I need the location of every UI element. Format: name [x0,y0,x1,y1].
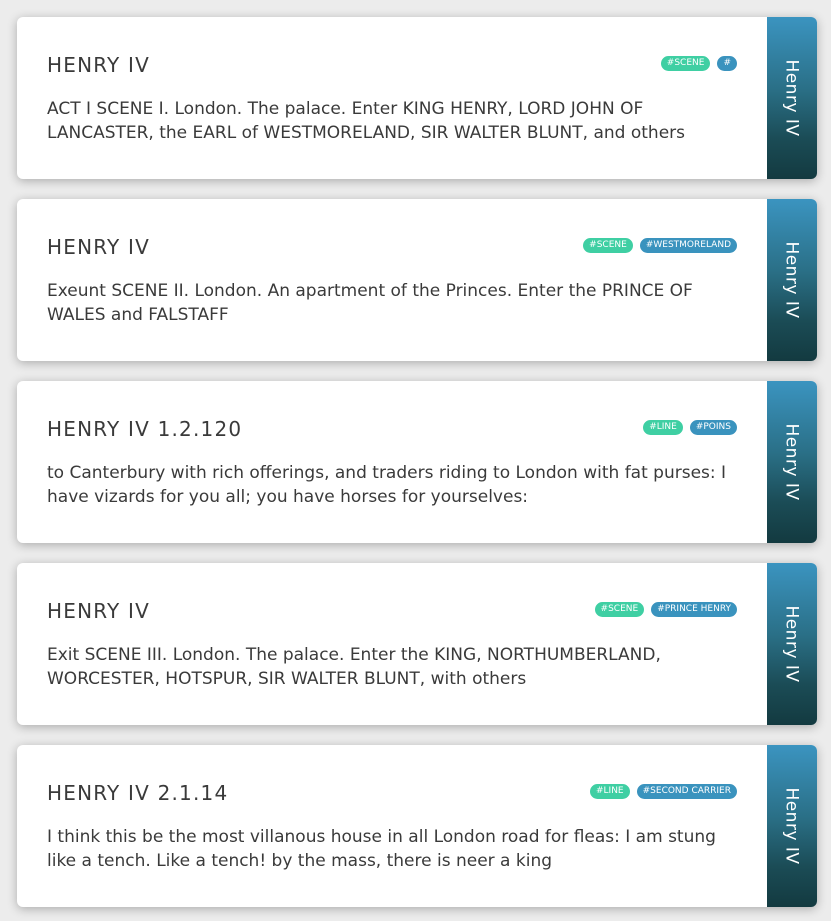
tag-group: #LINE #SECOND CARRIER [589,784,737,799]
result-card[interactable]: HENRY IV #SCENE #WESTMORELAND Exeunt SCE… [17,199,817,361]
result-card[interactable]: HENRY IV #SCENE #PRINCE HENRY Exit SCENE… [17,563,817,725]
card-text: Exeunt SCENE II. London. An apartment of… [47,281,693,325]
side-tab-label: Henry IV [782,605,802,683]
tag-character[interactable]: #POINS [689,420,737,435]
side-tab-label: Henry IV [782,59,802,137]
card-title: HENRY IV 1.2.120 [47,417,243,441]
result-card[interactable]: HENRY IV 1.2.120 #LINE #POINS to Canterb… [17,381,817,543]
side-tab[interactable]: Henry IV [767,199,817,361]
card-text: I think this be the most villanous house… [47,827,716,871]
tag-group: #LINE #POINS [643,420,737,435]
tag-character[interactable]: # [717,56,737,71]
tag-group: #SCENE #PRINCE HENRY [594,602,737,617]
tag-character[interactable]: #WESTMORELAND [639,238,737,253]
card-text: ACT I SCENE I. London. The palace. Enter… [47,99,685,143]
tag-group: #SCENE #WESTMORELAND [583,238,737,253]
tag-group: #SCENE # [660,56,737,71]
tag-scene[interactable]: #SCENE [583,238,633,253]
card-text: to Canterbury with rich offerings, and t… [47,463,727,507]
card-title: HENRY IV [47,599,151,623]
result-card[interactable]: HENRY IV #SCENE # ACT I SCENE I. London.… [17,17,817,179]
card-title: HENRY IV [47,235,151,259]
card-title: HENRY IV [47,53,151,77]
tag-character[interactable]: #PRINCE HENRY [651,602,737,617]
tag-scene[interactable]: #SCENE [660,56,711,71]
card-title: HENRY IV 2.1.14 [47,781,229,805]
side-tab-label: Henry IV [782,787,802,865]
side-tab[interactable]: Henry IV [767,563,817,725]
tag-scene[interactable]: #SCENE [594,602,645,617]
side-tab[interactable]: Henry IV [767,17,817,179]
side-tab[interactable]: Henry IV [767,381,817,543]
tag-character[interactable]: #SECOND CARRIER [636,784,737,799]
result-card[interactable]: HENRY IV 2.1.14 #LINE #SECOND CARRIER I … [17,745,817,907]
side-tab-label: Henry IV [782,423,802,501]
card-text: Exit SCENE III. London. The palace. Ente… [47,645,661,689]
side-tab-label: Henry IV [782,241,802,319]
side-tab[interactable]: Henry IV [767,745,817,907]
tag-line[interactable]: #LINE [643,420,683,435]
result-list: HENRY IV #SCENE # ACT I SCENE I. London.… [0,0,831,921]
tag-line[interactable]: #LINE [589,784,630,799]
